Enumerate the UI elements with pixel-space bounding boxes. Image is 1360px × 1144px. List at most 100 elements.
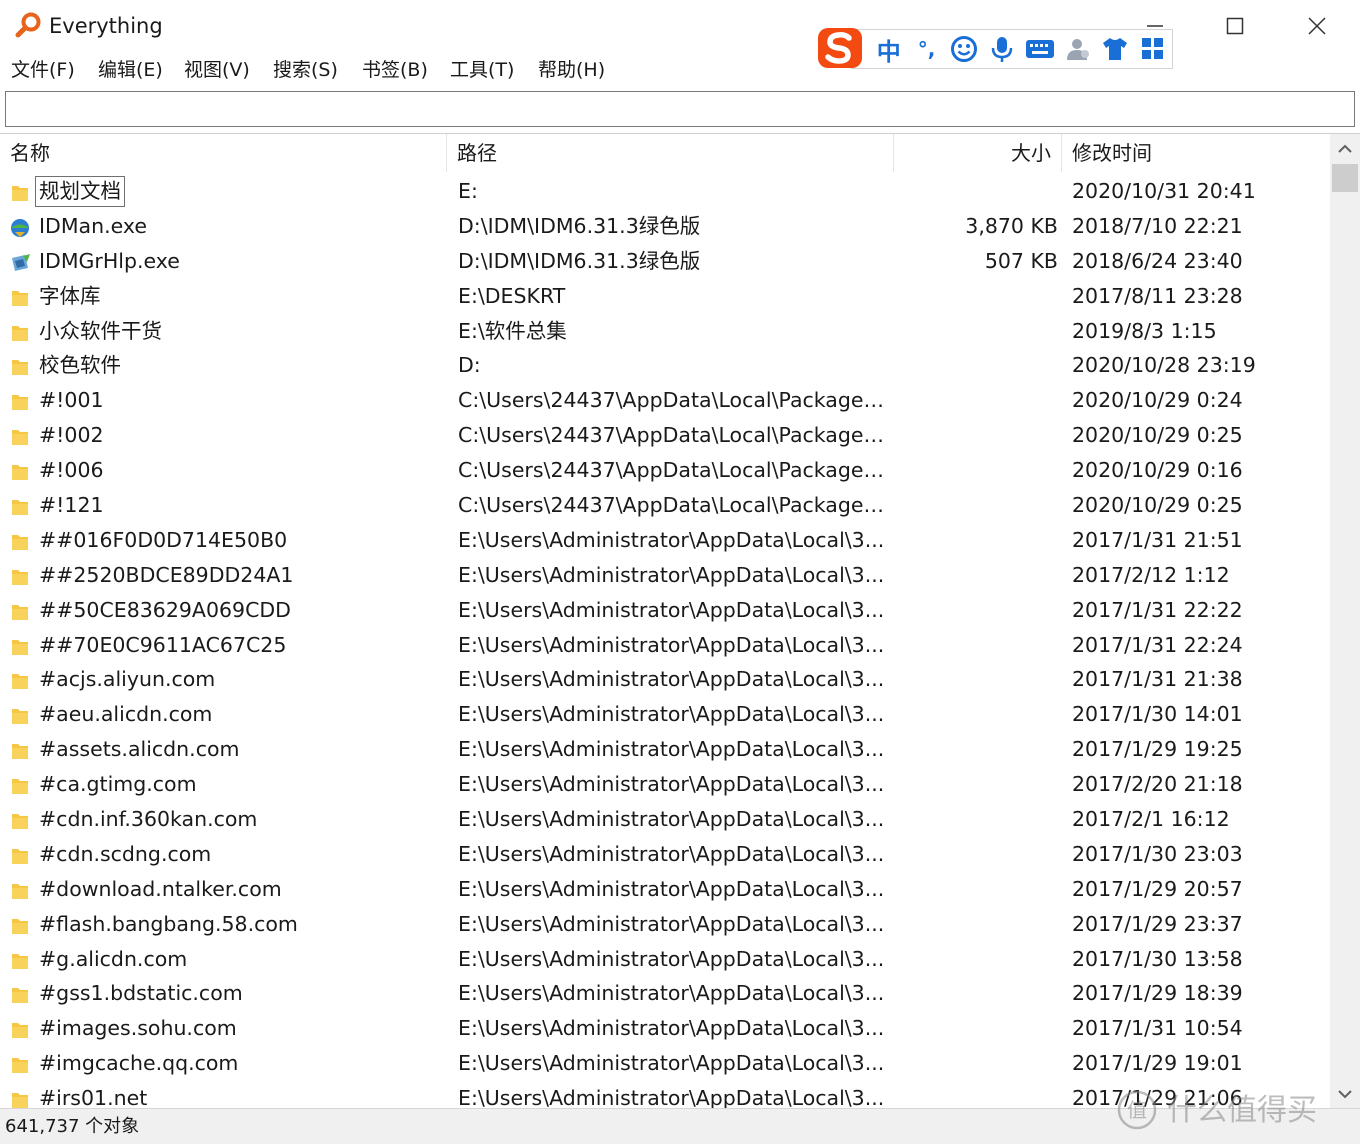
table-row[interactable]: IDMan.exe D:\IDM\IDM6.31.3绿色版 3,870 KB 2018… bbox=[0, 209, 1330, 244]
maximize-icon bbox=[1226, 17, 1244, 35]
ime-user-button[interactable] bbox=[1059, 31, 1097, 67]
idm-app-icon bbox=[9, 215, 31, 237]
column-header-modified[interactable]: 修改时间 bbox=[1062, 134, 1330, 172]
row-size: 3,870 KB bbox=[965, 213, 1058, 238]
row-modified: 2017/1/29 20:57 bbox=[1072, 876, 1243, 901]
vertical-scrollbar[interactable] bbox=[1330, 134, 1360, 1109]
folder-icon bbox=[9, 599, 31, 621]
table-row[interactable]: #!121 C:\Users\24437\AppData\Local\Packag… bbox=[0, 488, 1330, 523]
table-row[interactable]: #acjs.aliyun.com E:\Users\Administrator\A… bbox=[0, 662, 1330, 697]
row-name: #!006 bbox=[39, 458, 104, 483]
folder-icon bbox=[9, 913, 31, 935]
table-row[interactable]: #!001 C:\Users\24437\AppData\Local\Packag… bbox=[0, 383, 1330, 418]
menu-edit[interactable]: 编辑(E) bbox=[98, 57, 163, 83]
row-path: E:\软件总集 bbox=[458, 318, 567, 343]
row-path: C:\Users\24437\AppData\Local\Packages... bbox=[458, 493, 892, 518]
row-path: E:\Users\Administrator\AppData\Local\3..… bbox=[458, 876, 885, 901]
folder-icon bbox=[9, 320, 31, 342]
close-button[interactable] bbox=[1277, 0, 1357, 52]
menu-search[interactable]: 搜索(S) bbox=[273, 57, 338, 83]
table-row[interactable]: 小众软件干货 E:\软件总集 2019/8/3 1:15 bbox=[0, 314, 1330, 349]
table-row[interactable]: #cdn.inf.360kan.com E:\Users\Administrato… bbox=[0, 802, 1330, 837]
ime-voice-button[interactable] bbox=[983, 31, 1021, 67]
table-row[interactable]: #flash.bangbang.58.com E:\Users\Administr… bbox=[0, 907, 1330, 942]
scrollbar-thumb[interactable] bbox=[1332, 164, 1358, 192]
table-row[interactable]: #imgcache.qq.com E:\Users\Administrator\A… bbox=[0, 1046, 1330, 1081]
table-row[interactable]: #images.sohu.com E:\Users\Administrator\A… bbox=[0, 1011, 1330, 1046]
keyboard-icon bbox=[1025, 40, 1054, 58]
table-row[interactable]: #assets.alicdn.com E:\Users\Administrator… bbox=[0, 732, 1330, 767]
row-path: E:\Users\Administrator\AppData\Local\3..… bbox=[458, 807, 885, 832]
results-list[interactable]: 名称 路径 大小 修改时间 规划文档 E: 2020/10/31 20:41 IDMa… bbox=[0, 133, 1360, 1109]
menu-help[interactable]: 帮助(H) bbox=[538, 57, 605, 83]
column-header: 名称 路径 大小 修改时间 bbox=[0, 134, 1330, 172]
row-path: C:\Users\24437\AppData\Local\Packages... bbox=[458, 388, 892, 413]
folder-icon bbox=[9, 1052, 31, 1074]
folder-icon bbox=[9, 948, 31, 970]
search-box[interactable] bbox=[5, 91, 1355, 127]
ime-keyboard-button[interactable] bbox=[1021, 31, 1059, 67]
row-path: E:\Users\Administrator\AppData\Local\3..… bbox=[458, 667, 885, 692]
maximize-button[interactable] bbox=[1195, 0, 1275, 52]
table-row[interactable]: #aeu.alicdn.com E:\Users\Administrator\Ap… bbox=[0, 697, 1330, 732]
microphone-icon bbox=[991, 37, 1013, 62]
table-row[interactable]: 规划文档 E: 2020/10/31 20:41 bbox=[0, 174, 1330, 209]
table-row[interactable]: #!006 C:\Users\24437\AppData\Local\Packag… bbox=[0, 453, 1330, 488]
folder-icon bbox=[9, 285, 31, 307]
row-path: E:\Users\Administrator\AppData\Local\3..… bbox=[458, 1016, 885, 1041]
folder-icon bbox=[9, 354, 31, 376]
menu-bookmarks[interactable]: 书签(B) bbox=[362, 57, 428, 83]
column-header-name[interactable]: 名称 bbox=[0, 134, 447, 172]
column-header-size[interactable]: 大小 bbox=[894, 134, 1062, 172]
folder-icon bbox=[9, 459, 31, 481]
row-path: E:\Users\Administrator\AppData\Local\3..… bbox=[458, 772, 885, 797]
row-modified: 2017/1/31 22:22 bbox=[1072, 597, 1243, 622]
ime-punctuation-toggle[interactable]: °, bbox=[908, 31, 946, 67]
idm-helper-icon bbox=[9, 250, 31, 272]
table-row[interactable]: #cdn.scdng.com E:\Users\Administrator\App… bbox=[0, 837, 1330, 872]
table-row[interactable]: #g.alicdn.com E:\Users\Administrator\AppD… bbox=[0, 942, 1330, 977]
table-row[interactable]: 字体库 E:\DESKRT 2017/8/11 23:28 bbox=[0, 279, 1330, 314]
menu-file[interactable]: 文件(F) bbox=[11, 57, 75, 83]
menu-view[interactable]: 视图(V) bbox=[184, 57, 250, 83]
table-row[interactable]: ##50CE83629A069CDD E:\Users\Administrator… bbox=[0, 593, 1330, 628]
ime-mode-toggle[interactable]: 中 bbox=[870, 31, 908, 67]
ime-toolbox-button[interactable] bbox=[1134, 31, 1172, 67]
row-name: 校色软件 bbox=[39, 353, 121, 378]
folder-icon bbox=[9, 773, 31, 795]
ime-skin-button[interactable] bbox=[1096, 31, 1134, 67]
menu-tools[interactable]: 工具(T) bbox=[450, 57, 514, 83]
row-name: #cdn.scdng.com bbox=[39, 841, 212, 866]
row-path: D: bbox=[458, 353, 481, 378]
folder-icon bbox=[9, 180, 31, 202]
table-row[interactable]: IDMGrHlp.exe D:\IDM\IDM6.31.3绿色版 507 KB 201… bbox=[0, 244, 1330, 279]
scroll-up-button[interactable] bbox=[1330, 134, 1360, 164]
row-name: #assets.alicdn.com bbox=[39, 737, 240, 762]
row-name: #ca.gtimg.com bbox=[39, 772, 197, 797]
table-row[interactable]: ##70E0C9611AC67C25 E:\Users\Administrator… bbox=[0, 628, 1330, 663]
table-row[interactable]: #ca.gtimg.com E:\Users\Administrator\AppD… bbox=[0, 767, 1330, 802]
row-path: E:\Users\Administrator\AppData\Local\3..… bbox=[458, 702, 885, 727]
column-header-path[interactable]: 路径 bbox=[447, 134, 894, 172]
row-path: C:\Users\24437\AppData\Local\Packages... bbox=[458, 423, 892, 448]
table-row[interactable]: 校色软件 D: 2020/10/28 23:19 bbox=[0, 348, 1330, 383]
row-modified: 2017/1/30 14:01 bbox=[1072, 702, 1243, 727]
folder-icon bbox=[9, 738, 31, 760]
smiley-icon bbox=[951, 36, 978, 62]
folder-icon bbox=[9, 494, 31, 516]
table-row[interactable]: ##2520BDCE89DD24A1 E:\Users\Administrator… bbox=[0, 558, 1330, 593]
folder-icon bbox=[9, 529, 31, 551]
results-rows: 规划文档 E: 2020/10/31 20:41 IDMan.exe D:\IDM\ID… bbox=[0, 174, 1330, 1109]
folder-icon bbox=[9, 389, 31, 411]
table-row[interactable]: #!002 C:\Users\24437\AppData\Local\Packag… bbox=[0, 418, 1330, 453]
table-row[interactable]: ##016F0D0D714E50B0 E:\Users\Administrator… bbox=[0, 523, 1330, 558]
ime-emoji-button[interactable] bbox=[945, 31, 983, 67]
table-row[interactable]: #gss1.bdstatic.com E:\Users\Administrator… bbox=[0, 976, 1330, 1011]
row-name: #acjs.aliyun.com bbox=[39, 667, 216, 692]
table-row[interactable]: #download.ntalker.com E:\Users\Administra… bbox=[0, 872, 1330, 907]
close-icon bbox=[1308, 17, 1326, 35]
folder-icon bbox=[9, 1017, 31, 1039]
row-modified: 2018/6/24 23:40 bbox=[1072, 248, 1243, 273]
row-modified: 2017/1/29 19:25 bbox=[1072, 737, 1243, 762]
search-input[interactable] bbox=[6, 92, 1354, 126]
